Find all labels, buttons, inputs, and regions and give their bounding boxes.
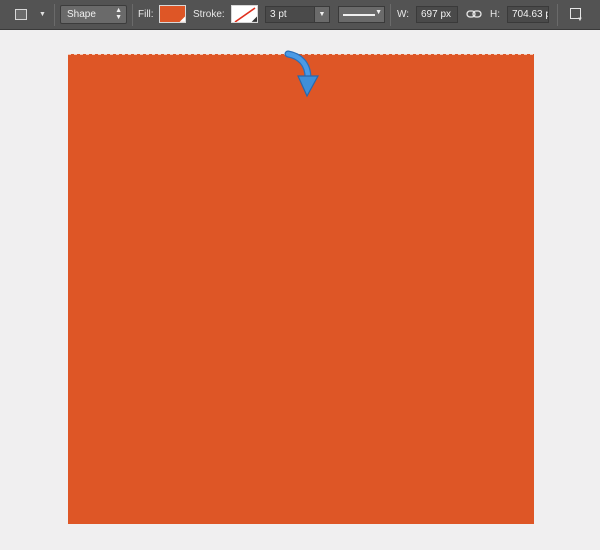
divider xyxy=(132,4,133,26)
chevron-down-icon: ◢ xyxy=(179,16,185,23)
height-value: 704.63 px xyxy=(512,9,548,20)
fill-color-swatch[interactable]: ◢ xyxy=(159,5,186,23)
rectangle-shape-layer[interactable] xyxy=(68,54,534,524)
solid-line-icon xyxy=(343,14,375,16)
chevron-down-icon: ▼ xyxy=(577,17,583,23)
chevron-down-icon: ▼ xyxy=(375,9,382,16)
divider xyxy=(390,4,391,26)
curved-arrow-down-icon xyxy=(282,50,322,105)
stroke-color-swatch[interactable]: ◢ xyxy=(231,5,258,23)
width-label: W: xyxy=(397,9,410,20)
path-operations-button[interactable]: ▼ xyxy=(567,6,587,24)
options-bar: ▼ Shape ▲ ▼ Fill: ◢ Stroke: ◢ 3 pt ▼ ▼ W:… xyxy=(0,0,600,30)
fill-label: Fill: xyxy=(138,9,154,20)
chevron-down-icon: ▼ xyxy=(39,11,46,18)
divider xyxy=(557,4,558,26)
tool-mode-select[interactable]: Shape ▲ ▼ xyxy=(60,5,127,24)
height-label: H: xyxy=(490,9,500,20)
width-field[interactable]: 697 px xyxy=(416,6,458,23)
stroke-width-dropdown-button[interactable]: ▼ xyxy=(314,6,330,23)
chain-link-icon[interactable] xyxy=(466,8,482,23)
width-value: 697 px xyxy=(421,9,452,20)
rectangle-tool-icon xyxy=(15,9,27,20)
stroke-type-select[interactable]: ▼ xyxy=(338,6,385,23)
stroke-label: Stroke: xyxy=(193,9,225,20)
stroke-width-field[interactable]: 3 pt xyxy=(265,6,315,23)
tool-mode-value: Shape xyxy=(67,9,96,20)
chevron-down-icon: ▼ xyxy=(318,11,326,18)
divider xyxy=(54,4,55,26)
updown-arrows-icon: ▲ ▼ xyxy=(115,7,122,21)
chevron-down-icon: ◢ xyxy=(251,16,257,23)
tool-preset-picker[interactable]: ▼ xyxy=(8,4,52,25)
height-field[interactable]: 704.63 px xyxy=(507,6,549,23)
stroke-width-value: 3 pt xyxy=(270,9,287,20)
